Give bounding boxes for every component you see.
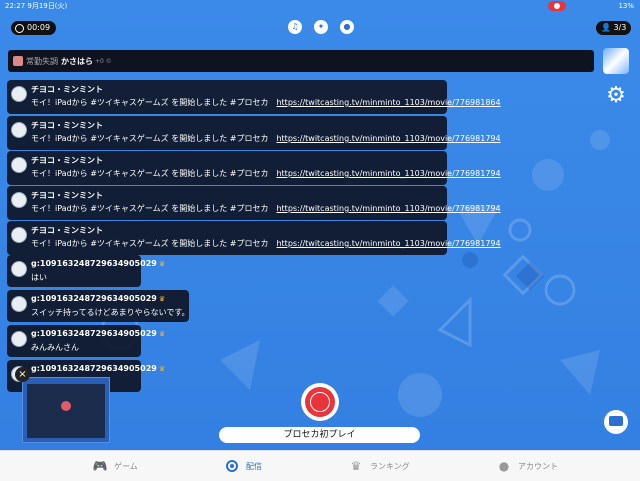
comment-text: モイ！iPadから #ツイキャスゲームズ を開始しました #プロセカ https:… <box>31 98 501 107</box>
chat-icon <box>609 416 623 426</box>
gear-icon[interactable]: ⚙ <box>604 84 628 108</box>
comment-name: チヨコ・ミンミント <box>31 191 103 200</box>
telop-name: かさはら <box>61 56 93 66</box>
comment-item[interactable]: g:109163248729634905029 ♛ スイッチ持ってるけどあまりやら… <box>7 290 190 322</box>
drop-icon[interactable]: ● <box>340 20 354 34</box>
broadcaster-thumbnail[interactable] <box>603 48 629 74</box>
comment-name: チヨコ・ミンミント <box>31 121 103 130</box>
recording-indicator-icon <box>548 1 566 11</box>
broadcast-timer: 00:09 <box>11 21 57 35</box>
comment-text: モイ！iPadから #ツイキャスゲームズ を開始しました #プロセカ https:… <box>31 239 501 248</box>
battery-level: 13% <box>618 2 634 10</box>
comment-item[interactable]: チヨコ・ミンミント モイ！iPadから #ツイキャスゲームズ を開始しました #… <box>7 116 501 150</box>
chat-button[interactable] <box>604 410 628 434</box>
status-bar: 22:27 9月19日(火) 13% <box>0 0 640 12</box>
record-button[interactable] <box>301 383 339 421</box>
comment-item[interactable]: チヨコ・ミンミント モイ！iPadから #ツイキャスゲームズ を開始しました #… <box>7 80 501 114</box>
comment-text: はい <box>31 273 47 282</box>
avatar <box>11 331 27 347</box>
crown-icon: ♛ <box>158 330 166 338</box>
camera-preview[interactable] <box>22 377 110 443</box>
comment-item[interactable]: チヨコ・ミンミント モイ！iPadから #ツイキャスゲームズ を開始しました #… <box>7 221 501 255</box>
comment-text: モイ！iPadから #ツイキャスゲームズ を開始しました #プロセカ https:… <box>31 169 501 178</box>
comment-item[interactable]: チヨコ・ミンミント モイ！iPadから #ツイキャスゲームズ を開始しました #… <box>7 151 501 185</box>
comment-link[interactable]: https://twitcasting.tv/minminto_1103/mov… <box>276 239 500 248</box>
effect-icon[interactable]: ✦ <box>314 20 328 34</box>
gamepad-icon: 🎮 <box>92 459 108 473</box>
viewer-count[interactable]: 👤 3/3 <box>596 21 632 35</box>
avatar <box>11 261 27 277</box>
broadcast-icon <box>224 458 240 474</box>
tab-account[interactable]: ● アカウント <box>496 457 558 475</box>
person-icon: 👤 <box>601 23 611 32</box>
preview-mic-icon <box>61 401 71 411</box>
comment-item[interactable]: g:109163248729634905029 ♛ みんみんさん <box>7 325 165 357</box>
comment-item[interactable]: チヨコ・ミンミント モイ！iPadから #ツイキャスゲームズ を開始しました #… <box>7 186 501 220</box>
tab-label: ランキング <box>370 461 410 471</box>
account-icon: ● <box>498 459 510 473</box>
status-time: 22:27 9月19日(火) <box>5 2 68 10</box>
tab-broadcast[interactable]: 配信 <box>224 457 262 475</box>
avatar <box>11 157 27 173</box>
avatar <box>11 192 27 208</box>
avatar <box>11 122 27 138</box>
comment-name: g:109163248729634905029 ♛ <box>31 329 166 338</box>
comment-text: モイ！iPadから #ツイキャスゲームズ を開始しました #プロセカ https:… <box>31 134 501 143</box>
viewer-count-value: 3/3 <box>613 23 627 32</box>
comment-name: チヨコ・ミンミント <box>31 226 103 235</box>
headset-icon[interactable]: ♫ <box>288 20 302 34</box>
comment-name: チヨコ・ミンミント <box>31 85 103 94</box>
comment-text: みんみんさん <box>31 343 79 352</box>
comment-name: g:1091632487296349050​29 ♛ <box>31 259 166 268</box>
comment-name: g:109163248729634905029 ♛ <box>31 294 166 303</box>
telop-avatar <box>13 56 23 66</box>
crown-icon: ♛ <box>158 260 166 268</box>
broadcast-title[interactable]: プロセカ初プレイ <box>219 427 420 443</box>
comment-item[interactable]: g:1091632487296349050​29 ♛ はい <box>7 255 165 287</box>
avatar <box>11 86 27 102</box>
telop-prefix: 常勤失調 <box>26 56 58 66</box>
comment-link[interactable]: https://twitcasting.tv/minminto_1103/mov… <box>276 204 500 213</box>
comment-name: g:109163248729634905029 ♛ <box>31 364 166 373</box>
comment-link[interactable]: https://twitcasting.tv/minminto_1103/mov… <box>276 98 500 107</box>
comment-text: スイッチ持ってるけどあまりやらないです。 <box>31 308 190 317</box>
crown-icon: ♛ <box>350 459 362 473</box>
tab-bar: 🎮 ゲーム 配信 ♛ ランキング ● アカウント <box>0 450 640 481</box>
tab-game[interactable]: 🎮 ゲーム <box>92 457 138 475</box>
comment-name: チヨコ・ミンミント <box>31 156 103 165</box>
tab-label: ゲーム <box>114 461 138 471</box>
comment-link[interactable]: https://twitcasting.tv/minminto_1103/mov… <box>276 169 500 178</box>
top-toolbar: ♫ ✦ ● <box>288 20 354 34</box>
tab-label: 配信 <box>246 461 262 471</box>
timer-value: 00:09 <box>27 23 51 32</box>
telop-suffix: +0 © <box>95 57 112 65</box>
crown-icon: ♛ <box>158 365 166 373</box>
clock-icon <box>15 23 24 33</box>
tab-label: アカウント <box>518 461 558 471</box>
avatar <box>11 227 27 243</box>
comment-link[interactable]: https://twitcasting.tv/minminto_1103/mov… <box>276 134 500 143</box>
crown-icon: ♛ <box>158 295 166 303</box>
comment-text: モイ！iPadから #ツイキャスゲームズ を開始しました #プロセカ https:… <box>31 204 501 213</box>
preview-screen <box>27 384 105 438</box>
tab-ranking[interactable]: ♛ ランキング <box>348 457 410 475</box>
avatar <box>11 296 27 312</box>
telop-bar: 常勤失調 かさはら +0 © <box>8 50 594 72</box>
close-icon[interactable]: × <box>15 367 30 382</box>
